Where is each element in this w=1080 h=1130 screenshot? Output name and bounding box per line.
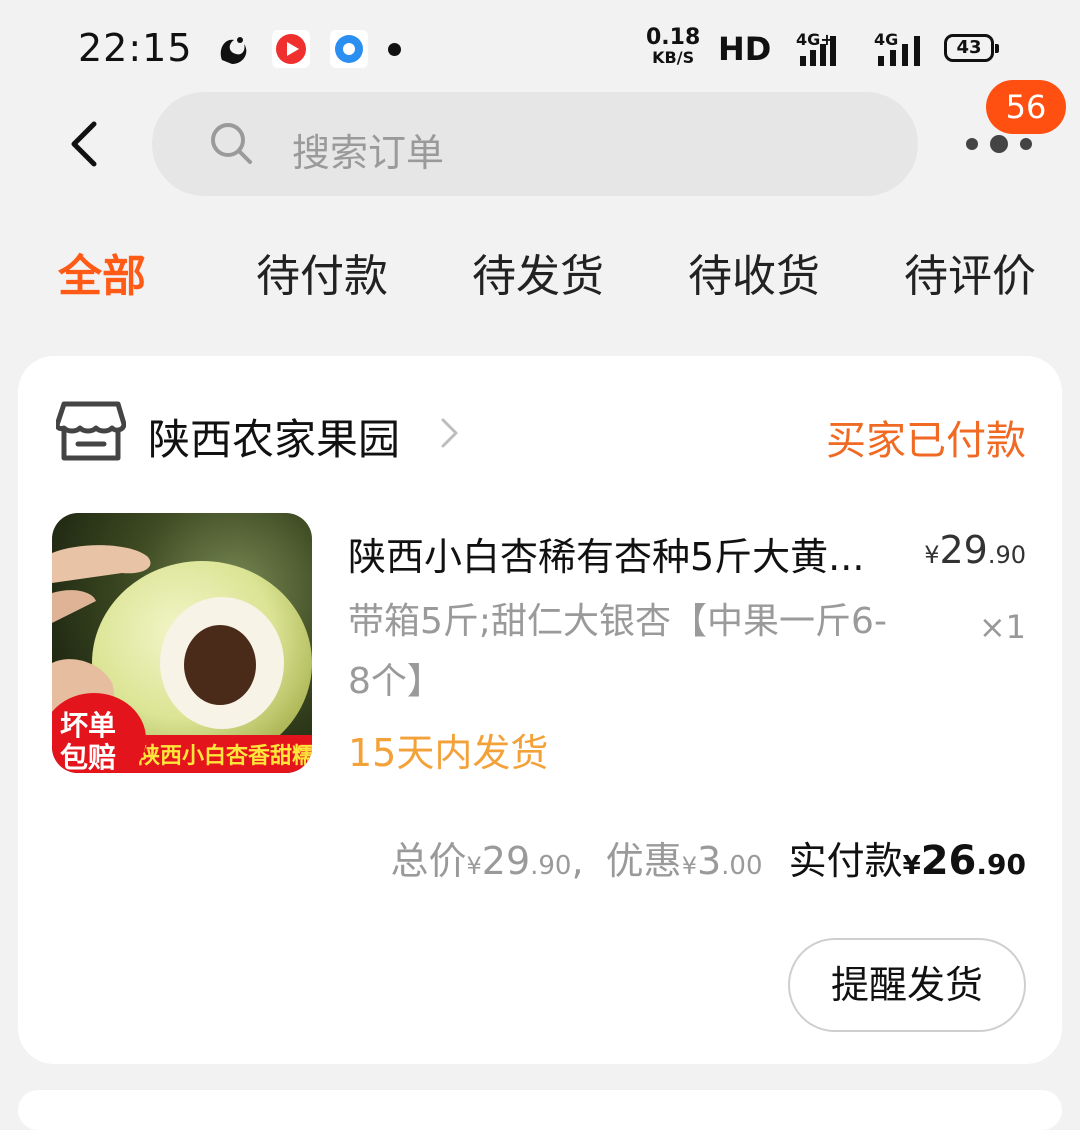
order-totals: 总价¥29.90, 优惠¥3.00 实付款¥26.90	[390, 830, 1026, 885]
browser-app-icon	[330, 30, 368, 68]
paid-label: 实付款	[788, 839, 903, 883]
discount-decimal: .00	[721, 851, 763, 881]
paid-integer: 26	[920, 838, 977, 884]
tab-pending-review[interactable]: 待评价	[904, 240, 1036, 304]
currency-symbol: ¥	[902, 851, 921, 881]
thumbnail-badge-line1: 坏单	[60, 709, 116, 742]
status-time: 22:15	[78, 26, 193, 70]
tab-all[interactable]: 全部	[58, 240, 146, 304]
order-status: 买家已付款	[826, 418, 1026, 464]
signal2-label: 4G	[874, 30, 899, 49]
battery-icon: 43	[944, 34, 999, 62]
thumbnail-banner-text: 陕西小白杏香甜糯	[138, 743, 312, 769]
signal-strength-icon-2: 4G	[862, 30, 926, 70]
message-count-badge: 56	[986, 80, 1066, 134]
shipping-note: 15天内发货	[348, 731, 549, 775]
signal-strength-icon: 4G+	[796, 30, 848, 70]
network-speed-unit: KB/S	[652, 48, 695, 67]
product-price: ¥29.90	[924, 528, 1026, 572]
uc-browser-icon	[214, 30, 252, 68]
total-decimal: .90	[530, 851, 572, 881]
product-quantity: ×1	[978, 608, 1026, 646]
currency-symbol: ¥	[466, 852, 482, 880]
totals-separator: ,	[571, 839, 584, 883]
video-app-icon	[272, 30, 310, 68]
product-sku: 带箱5斤;甜仁大银杏【中果一斤6-8个】	[348, 601, 887, 702]
discount-label: 优惠	[605, 839, 682, 883]
product-thumbnail[interactable]: 陕西小白杏香甜糯 坏单 包赔	[52, 513, 312, 773]
network-speed-value: 0.18	[646, 25, 701, 50]
total-integer: 29	[481, 839, 531, 883]
chevron-right-icon[interactable]	[438, 416, 462, 450]
price-integer: 29	[939, 528, 988, 572]
store-name[interactable]: 陕西农家果园	[148, 406, 400, 467]
remind-shipment-button[interactable]: 提醒发货	[788, 938, 1026, 1032]
discount-integer: 3	[696, 839, 722, 883]
signal1-label: 4G+	[796, 30, 834, 49]
tab-pending-receipt[interactable]: 待收货	[688, 240, 820, 304]
network-speed: 0.18 KB/S	[646, 25, 701, 68]
search-placeholder: 搜索订单	[292, 131, 445, 175]
hd-indicator: HD	[718, 30, 772, 68]
search-icon	[211, 123, 252, 164]
price-decimal: .90	[987, 541, 1026, 569]
currency-symbol: ¥	[681, 852, 697, 880]
order-tabs: 全部 待付款 待发货 待收货 待评价	[0, 240, 1080, 320]
product-title[interactable]: 陕西小白杏稀有杏种5斤大黄...	[348, 526, 888, 581]
tab-pending-shipment[interactable]: 待发货	[472, 240, 604, 304]
store-icon	[56, 401, 126, 461]
paid-amount: ¥26.90	[903, 838, 1026, 884]
search-input[interactable]: 搜索订单	[152, 92, 918, 196]
paid-decimal: .90	[976, 848, 1026, 881]
currency-symbol: ¥	[924, 541, 940, 569]
total-label: 总价	[390, 839, 467, 883]
chevron-left-icon	[71, 121, 97, 167]
status-bar: 22:15 0.18 KB/S HD 4G+ 4G 43	[0, 0, 1080, 100]
notification-dot	[388, 43, 401, 56]
next-order-card[interactable]	[18, 1090, 1062, 1130]
tab-pending-payment[interactable]: 待付款	[256, 240, 388, 304]
thumbnail-badge-line2: 包赔	[60, 741, 116, 773]
order-card[interactable]: 陕西农家果园 买家已付款 陕西小白杏香甜糯 坏单 包赔 陕西小白杏稀有杏种5斤大…	[18, 356, 1062, 1064]
back-button[interactable]	[62, 116, 122, 176]
